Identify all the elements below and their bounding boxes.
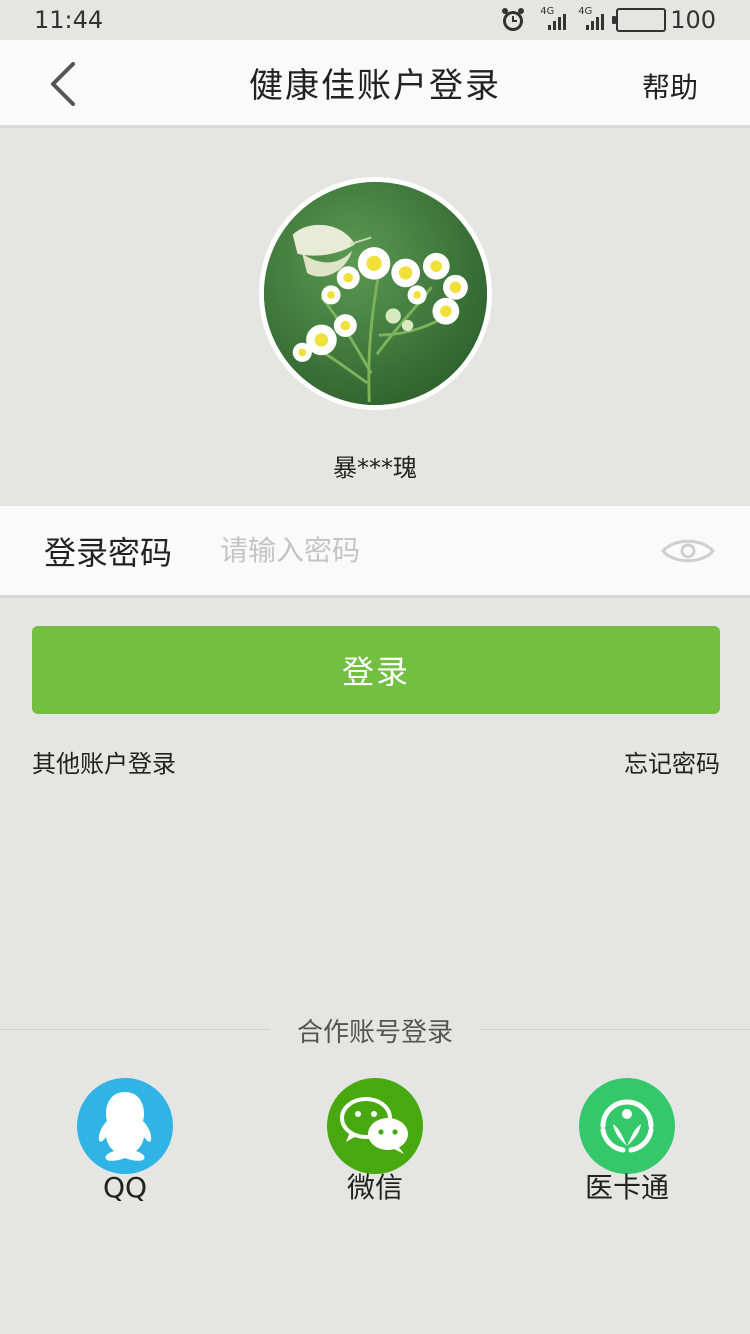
qq-login-circle: [77, 1078, 173, 1174]
password-label: 登录密码: [44, 533, 173, 572]
page-title: 健康佳账户登录: [249, 66, 501, 106]
yikatong-login-circle: [579, 1078, 675, 1174]
forgot-password-link[interactable]: 忘记密码: [624, 744, 720, 779]
chevron-left-icon: [51, 62, 75, 106]
password-row: 登录密码: [0, 506, 750, 598]
wechat-login-circle: [327, 1078, 423, 1174]
status-bar: 11:44 4G 4G 100: [0, 0, 750, 40]
help-button[interactable]: 帮助: [642, 66, 698, 106]
alarm-icon: [500, 7, 526, 33]
nav-bar: 健康佳账户登录 帮助: [0, 40, 750, 128]
wechat-login-button[interactable]: 微信: [305, 1078, 445, 1202]
login-button[interactable]: 登录: [32, 626, 720, 714]
username-masked: 暴***瑰: [333, 454, 417, 482]
avatar: [259, 177, 492, 410]
status-time: 11:44: [34, 6, 104, 34]
password-input[interactable]: [220, 520, 658, 581]
status-icons: 4G 4G 100: [500, 6, 716, 34]
qq-penguin-icon: [98, 1092, 152, 1161]
qq-label: QQ: [102, 1171, 148, 1204]
battery-level: 100: [670, 6, 716, 34]
other-account-login-link[interactable]: 其他账户登录: [32, 744, 176, 779]
wechat-label: 微信: [346, 1171, 403, 1204]
qq-login-button[interactable]: QQ: [55, 1078, 195, 1202]
yikatong-icon: [600, 1099, 654, 1153]
avatar-flower-image: [264, 182, 487, 405]
partner-login-title: 合作账号登录: [296, 1018, 453, 1048]
signal-icon-1: 4G: [540, 6, 567, 32]
signal-icon-2: 4G: [578, 6, 605, 32]
eye-icon: [661, 539, 715, 562]
show-password-button[interactable]: [658, 531, 718, 571]
back-button[interactable]: [40, 60, 84, 108]
wechat-icon: [340, 1097, 408, 1154]
battery-indicator: 100: [612, 6, 716, 34]
battery-icon: [612, 8, 667, 32]
yikatong-login-button[interactable]: 医卡通: [557, 1078, 697, 1202]
yikatong-label: 医卡通: [584, 1171, 669, 1204]
